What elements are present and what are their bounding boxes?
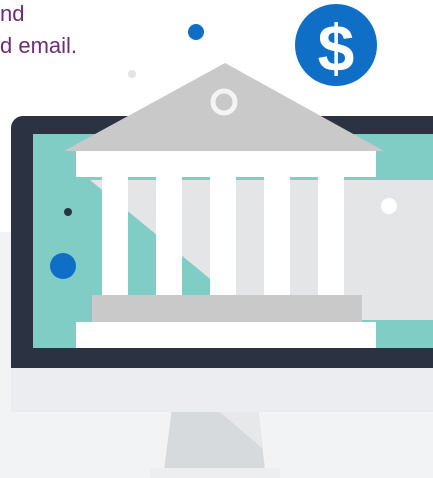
dot-blue-top xyxy=(188,24,204,40)
dot-light-small xyxy=(128,70,136,78)
dot-blue-left xyxy=(50,253,76,279)
bank-monitor-illustration: $ xyxy=(11,4,433,478)
dollar-sign-icon: $ xyxy=(295,4,377,86)
dot-white-right xyxy=(381,198,397,214)
monitor-stand xyxy=(150,408,280,478)
bank-building-icon xyxy=(64,63,384,348)
dot-dark xyxy=(64,208,72,216)
svg-text:$: $ xyxy=(318,11,355,85)
